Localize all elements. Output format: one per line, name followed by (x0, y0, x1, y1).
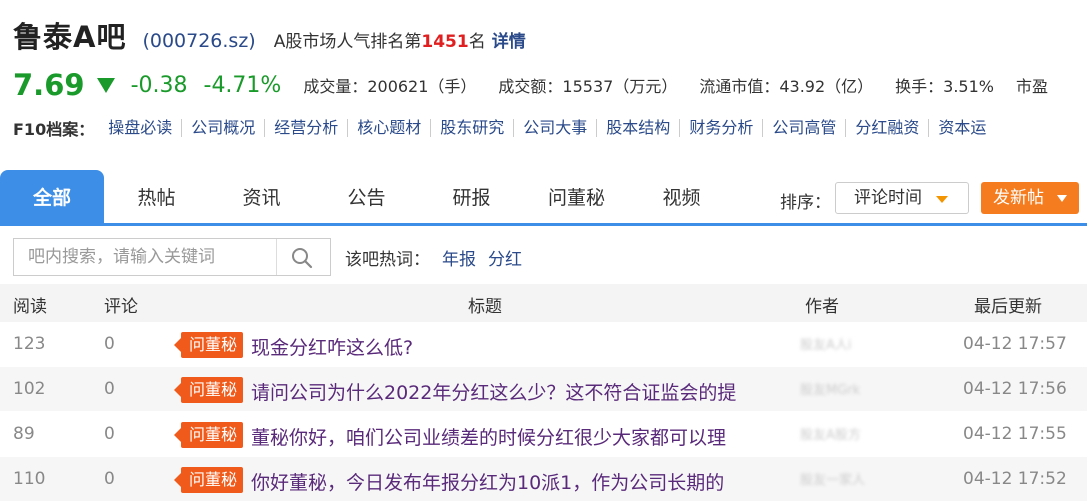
f10-link[interactable]: 资本运 (928, 119, 995, 137)
f10-link[interactable]: 分红融资 (845, 119, 928, 137)
comment-count: 0 (104, 379, 115, 399)
column-header-comments: 评论 (104, 297, 138, 317)
turnover-rate: 换手：3.51% (895, 77, 994, 96)
read-count: 110 (13, 469, 46, 489)
post-title-link[interactable]: 请问公司为什么2022年分红这么少？这不符合证监会的提 (251, 378, 736, 405)
table-row: 110 0 问董秘 你好董秘，今日发布年报分红为10派1，作为公司长期的 股友一… (0, 457, 1087, 501)
price-change-pct: -4.71% (203, 72, 282, 98)
f10-link[interactable]: 股东研究 (430, 119, 513, 137)
volume: 成交量：200621（手） (303, 77, 477, 96)
price-change: -0.38 (130, 72, 188, 98)
f10-link[interactable]: 公司高管 (762, 119, 845, 137)
float-market-cap: 流通市值：43.92（亿） (699, 77, 874, 96)
caret-down-icon (1057, 195, 1067, 202)
column-header-updated: 最后更新 (974, 297, 1042, 317)
stock-code[interactable]: (000726.sz) (142, 30, 255, 52)
rank-number: 1451 (421, 32, 469, 52)
price: 7.69 (13, 68, 85, 102)
f10-title: F10档案： (13, 120, 95, 139)
search-icon[interactable] (290, 246, 314, 270)
last-updated: 04-12 17:57 (963, 334, 1067, 354)
hot-word-link[interactable]: 分红 (488, 245, 522, 270)
ask-secretary-tag: 问董秘 (173, 332, 244, 358)
last-updated: 04-12 17:55 (963, 424, 1067, 444)
table-row: 123 0 问董秘 现金分红咋这么低? 股友A人i 04-12 17:57 (0, 322, 1087, 367)
tab-video[interactable]: 视频 (629, 170, 734, 226)
search-box (13, 238, 331, 276)
search-row: 该吧热词： 年报 分红 (13, 238, 522, 276)
sort-value: 评论时间 (854, 188, 922, 208)
search-divider (276, 239, 277, 275)
tab-announcements[interactable]: 公告 (314, 170, 419, 226)
comment-count: 0 (104, 469, 115, 489)
post-title-link[interactable]: 董秘你好，咱们公司业绩差的时候分红很少大家都可以理 (251, 423, 726, 450)
hot-words-label: 该吧热词： (345, 249, 430, 270)
f10-link[interactable]: 经营分析 (264, 119, 347, 137)
new-post-label: 发新帖 (993, 188, 1044, 208)
read-count: 89 (13, 424, 35, 444)
ask-secretary-tag: 问董秘 (173, 422, 244, 448)
f10-link[interactable]: 公司概况 (181, 119, 264, 137)
table-header: 阅读 评论 标题 作者 最后更新 (0, 284, 1087, 322)
f10-link[interactable]: 财务分析 (679, 119, 762, 137)
hot-word-link[interactable]: 年报 (442, 245, 476, 270)
f10-link[interactable]: 核心题材 (347, 119, 430, 137)
tab-all[interactable]: 全部 (0, 170, 104, 226)
search-input[interactable] (14, 239, 276, 275)
f10-link[interactable]: 操盘必读 (108, 119, 181, 137)
comment-count: 0 (104, 334, 115, 354)
f10-nav: F10档案： 操盘必读 公司概况 经营分析 核心题材 股东研究 公司大事 股本结… (13, 116, 995, 140)
rank-suffix: 名 (468, 32, 486, 52)
author-link[interactable]: 股友一家人 (800, 469, 865, 488)
tab-hot[interactable]: 热帖 (104, 170, 209, 226)
author-link[interactable]: 股友A股方 (800, 424, 861, 443)
tab-ask-secretary[interactable]: 问董秘 (524, 170, 629, 226)
ask-secretary-tag: 问董秘 (173, 377, 244, 403)
rank-prefix: A股市场人气排名第 (273, 32, 422, 52)
tab-bar: 全部 热帖 资讯 公告 研报 问董秘 视频 排序： 评论时间 发新帖 (0, 170, 1087, 226)
post-title-link[interactable]: 现金分红咋这么低? (251, 333, 413, 360)
read-count: 123 (13, 334, 46, 354)
tab-research[interactable]: 研报 (419, 170, 524, 226)
new-post-button[interactable]: 发新帖 (981, 182, 1079, 214)
quote-bar: 7.69 -0.38 -4.71% 成交量：200621（手） 成交额：1553… (13, 68, 1048, 102)
post-table: 阅读 评论 标题 作者 最后更新 123 0 问董秘 现金分红咋这么低? 股友A… (0, 284, 1087, 501)
comment-count: 0 (104, 424, 115, 444)
column-header-reads: 阅读 (13, 297, 47, 317)
pe-ratio: 市盈 (1015, 77, 1048, 96)
f10-link[interactable]: 股本结构 (596, 119, 679, 137)
read-count: 102 (13, 379, 46, 399)
ask-secretary-tag: 问董秘 (173, 467, 244, 493)
column-header-title: 标题 (468, 297, 502, 317)
author-link[interactable]: 股友A人i (800, 334, 852, 353)
down-arrow-icon (96, 77, 115, 93)
turnover: 成交额：15537（万元） (498, 77, 678, 96)
table-row: 102 0 问董秘 请问公司为什么2022年分红这么少？这不符合证监会的提 股友… (0, 367, 1087, 412)
author-link[interactable]: 股友MGrk (800, 379, 860, 398)
table-row: 89 0 问董秘 董秘你好，咱们公司业绩差的时候分红很少大家都可以理 股友A股方… (0, 412, 1087, 457)
last-updated: 04-12 17:52 (963, 469, 1067, 489)
bar-name: 鲁泰A吧 (13, 20, 127, 54)
column-header-author: 作者 (805, 297, 839, 317)
f10-link[interactable]: 公司大事 (513, 119, 596, 137)
sort-select[interactable]: 评论时间 (835, 182, 969, 214)
last-updated: 04-12 17:56 (963, 379, 1067, 399)
sort-label: 排序： (780, 193, 831, 213)
post-title-link[interactable]: 你好董秘，今日发布年报分红为10派1，作为公司长期的 (251, 468, 724, 495)
bar-header: 鲁泰A吧 (000726.sz) A股市场人气排名第 1451 名 详情 (13, 14, 526, 56)
detail-link[interactable]: 详情 (492, 27, 526, 52)
caret-down-icon (936, 196, 948, 203)
tab-news[interactable]: 资讯 (209, 170, 314, 226)
